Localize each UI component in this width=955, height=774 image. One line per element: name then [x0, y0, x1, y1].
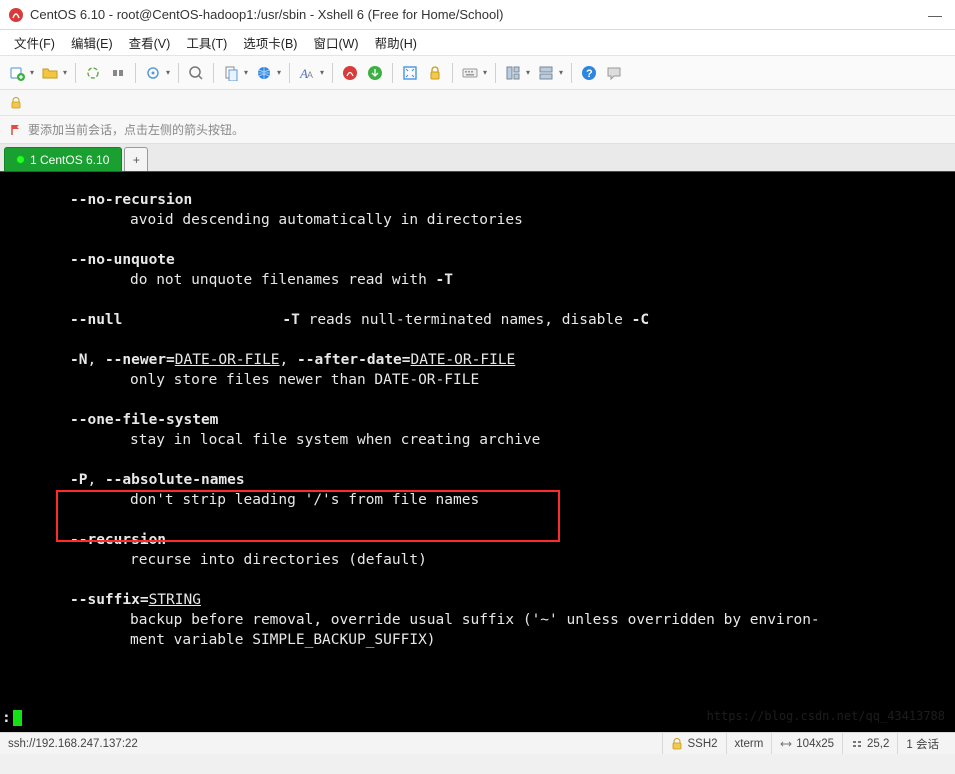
titlebar: CentOS 6.10 - root@CentOS-hadoop1:/usr/s…: [0, 0, 955, 30]
status-connection: ssh://192.168.247.137:22: [8, 738, 138, 750]
lock-icon: [10, 97, 22, 109]
arg-string: STRING: [149, 592, 201, 608]
flag-T2: -T: [282, 312, 299, 328]
toolbar-separator: [452, 63, 453, 83]
desc-newer: only store files newer than DATE-OR-FILE: [10, 370, 945, 390]
desc-one-fs: stay in local file system when creating …: [10, 430, 945, 450]
toolbar-separator: [213, 63, 214, 83]
disconnect-button[interactable]: [107, 62, 129, 84]
desc-suffix-1: backup before removal, override usual su…: [10, 610, 945, 630]
globe-button[interactable]: [253, 62, 283, 84]
copy-button[interactable]: [185, 62, 207, 84]
layout-button[interactable]: [502, 62, 532, 84]
opt-after-date: --after-date=: [297, 352, 411, 368]
connected-dot-icon: [17, 156, 24, 163]
menu-tools[interactable]: 工具(T): [178, 30, 235, 55]
address-bar[interactable]: [0, 90, 955, 116]
highlight-box: [56, 490, 560, 542]
keyboard-button[interactable]: [459, 62, 489, 84]
font-button[interactable]: AA: [296, 62, 326, 84]
xagent-button[interactable]: [339, 62, 361, 84]
properties-button[interactable]: [142, 62, 172, 84]
menu-file[interactable]: 文件(F): [6, 30, 63, 55]
svg-text:?: ?: [586, 68, 593, 80]
menubar: 文件(F) 编辑(E) 查看(V) 工具(T) 选项卡(B) 窗口(W) 帮助(…: [0, 30, 955, 56]
arg-date1: DATE-OR-FILE: [175, 352, 280, 368]
plus-icon: +: [133, 153, 140, 167]
status-size: 104x25: [771, 733, 842, 754]
flag-icon: [10, 124, 22, 136]
size-icon: [780, 738, 792, 750]
pos-icon: [851, 738, 863, 750]
menu-edit[interactable]: 编辑(E): [63, 30, 121, 55]
watermark: https://blog.csdn.net/qq_43413788: [707, 706, 945, 726]
feedback-button[interactable]: [603, 62, 625, 84]
opt-one-fs: --one-file-system: [70, 412, 218, 428]
tile-button[interactable]: [535, 62, 565, 84]
desc-null: reads null-terminated names, disable: [300, 312, 632, 328]
flag-C: -C: [632, 312, 649, 328]
menu-view[interactable]: 查看(V): [121, 30, 179, 55]
arg-date2: DATE-OR-FILE: [411, 352, 516, 368]
toolbar-separator: [392, 63, 393, 83]
opt-no-unquote: --no-unquote: [70, 252, 175, 268]
toolbar-separator: [178, 63, 179, 83]
lock-icon: [671, 738, 683, 750]
toolbar-separator: [75, 63, 76, 83]
tab-add-button[interactable]: +: [124, 147, 148, 171]
reconnect-button[interactable]: [82, 62, 104, 84]
opt-suffix: --suffix=: [70, 592, 149, 608]
app-icon: [8, 7, 24, 23]
desc-no-unquote: do not unquote filenames read with: [130, 272, 436, 288]
help-button[interactable]: ?: [578, 62, 600, 84]
tab-session-1[interactable]: 1 CentOS 6.10: [4, 147, 122, 171]
new-session-button[interactable]: [6, 62, 36, 84]
desc-no-recursion: avoid descending automatically in direct…: [10, 210, 945, 230]
lock-button[interactable]: [424, 62, 446, 84]
toolbar-separator: [495, 63, 496, 83]
opt-newer: --newer=: [105, 352, 175, 368]
status-bar: ssh://192.168.247.137:22 SSH2 xterm 104x…: [0, 732, 955, 754]
tab-strip: 1 CentOS 6.10 +: [0, 144, 955, 172]
flag-T: -T: [436, 272, 453, 288]
desc-recursion: recurse into directories (default): [10, 550, 945, 570]
opt-absolute-names: --absolute-names: [105, 472, 245, 488]
fullscreen-button[interactable]: [399, 62, 421, 84]
menu-help[interactable]: 帮助(H): [367, 30, 425, 55]
opt-no-recursion: --no-recursion: [70, 192, 192, 208]
toolbar-separator: [135, 63, 136, 83]
minimize-button[interactable]: —: [923, 7, 947, 23]
info-bar: 要添加当前会话，点击左侧的箭头按钮。: [0, 116, 955, 144]
status-termtype: xterm: [726, 733, 772, 754]
opt-P: -P: [70, 472, 87, 488]
status-proto: SSH2: [662, 733, 725, 754]
open-session-button[interactable]: [39, 62, 69, 84]
desc-suffix-2: ment variable SIMPLE_BACKUP_SUFFIX): [10, 630, 945, 650]
cursor-icon: [13, 710, 22, 726]
svg-text:A: A: [307, 70, 313, 80]
menu-window[interactable]: 窗口(W): [305, 30, 366, 55]
paste-button[interactable]: [220, 62, 250, 84]
toolbar-separator: [332, 63, 333, 83]
toolbar-separator: [571, 63, 572, 83]
xftp-button[interactable]: [364, 62, 386, 84]
status-sessions: 1 会话: [897, 733, 947, 754]
info-text: 要添加当前会话，点击左侧的箭头按钮。: [28, 121, 244, 138]
opt-null: --null: [70, 312, 122, 328]
toolbar: AA ?: [0, 56, 955, 90]
prompt-line: :: [2, 708, 22, 728]
tab-label: 1 CentOS 6.10: [30, 153, 109, 167]
prompt-colon: :: [2, 710, 11, 726]
opt-N: -N: [70, 352, 87, 368]
status-cursor-pos: 25,2: [842, 733, 897, 754]
menu-tabs[interactable]: 选项卡(B): [235, 30, 305, 55]
terminal[interactable]: --no-recursion avoid descending automati…: [0, 172, 955, 732]
window-title: CentOS 6.10 - root@CentOS-hadoop1:/usr/s…: [30, 7, 923, 22]
toolbar-separator: [289, 63, 290, 83]
